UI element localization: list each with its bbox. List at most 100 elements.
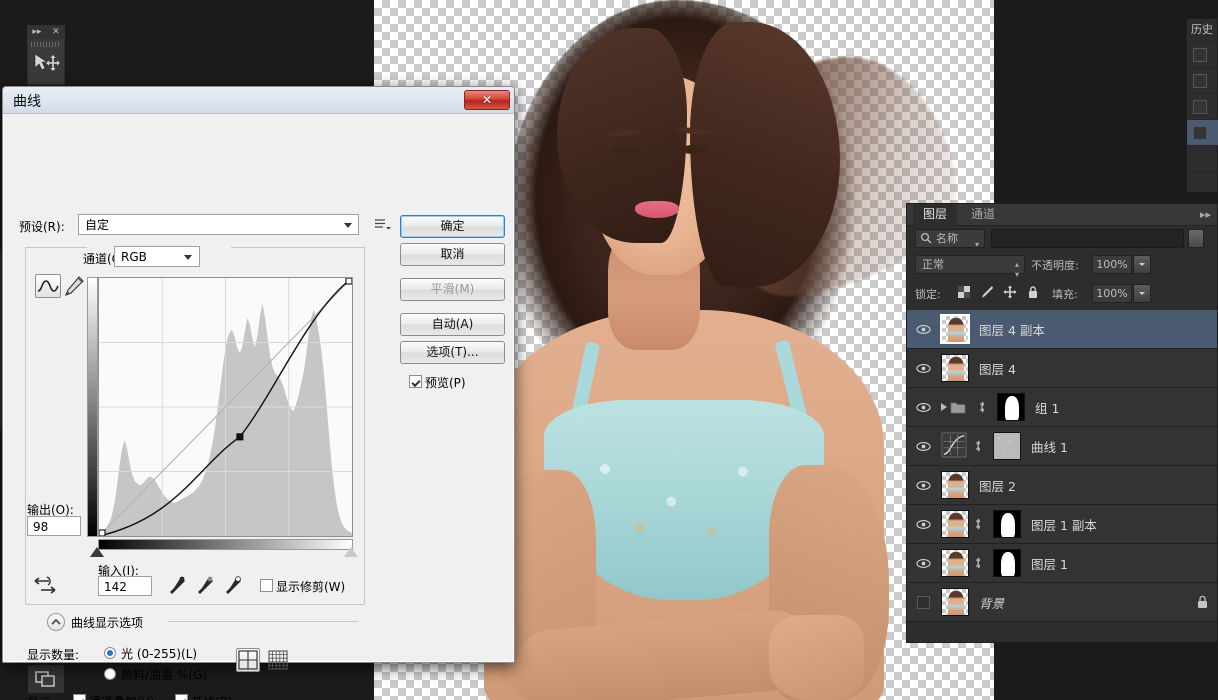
layer-row[interactable]: 图层 2	[907, 466, 1217, 505]
history-state-row[interactable]	[1187, 145, 1218, 171]
curve-reset-icon[interactable]	[31, 573, 59, 599]
curves-dialog[interactable]: 曲线 ✕ 预设(R): 自定 通道(C): RGB 输出(O): 98 输入(I…	[2, 86, 515, 700]
auto-button[interactable]: 自动(A)	[400, 313, 505, 336]
layer-mask-thumbnail[interactable]	[993, 432, 1021, 460]
layer-thumbnail[interactable]	[941, 588, 969, 616]
chevron-down-icon	[344, 223, 352, 228]
layer-row[interactable]: 背景	[907, 583, 1217, 622]
curve-control-point[interactable]	[345, 278, 352, 285]
history-state-row[interactable]	[1187, 67, 1218, 93]
history-state-row[interactable]	[1187, 93, 1218, 119]
curves-graph[interactable]	[98, 277, 353, 537]
tab-history[interactable]: 历史	[1191, 21, 1213, 37]
eyedropper-set-gray-point[interactable]	[195, 575, 215, 597]
layer-visibility-toggle[interactable]	[907, 480, 939, 491]
layer-row[interactable]: 组 1	[907, 388, 1217, 427]
tab-channels[interactable]: 通道	[961, 204, 1005, 226]
layer-visibility-toggle[interactable]	[907, 402, 939, 413]
fill-field[interactable]: 100%	[1092, 284, 1132, 303]
close-button[interactable]: ✕	[464, 90, 510, 110]
layer-mask-link-icon[interactable]	[973, 399, 991, 415]
fill-dropdown-button[interactable]	[1133, 284, 1151, 303]
layer-mask-thumbnail[interactable]	[997, 393, 1025, 421]
layers-list[interactable]: 图层 4 副本 图层 4 组 1 曲线 1 图层 2 图层 1 副本 图层 1 背景	[907, 310, 1217, 642]
black-point-slider[interactable]	[90, 547, 104, 557]
layers-panel[interactable]: 图层 通道 ▸▸ 名称 ▾ 正常 ▴ ▾ 不透明度: 100% 锁定: 填充: …	[906, 203, 1218, 643]
checkbox-channel-overlay[interactable]	[73, 694, 86, 700]
layer-row[interactable]: 图层 4 副本	[907, 310, 1217, 349]
curves-plot[interactable]	[99, 278, 352, 536]
lock-all-icon[interactable]	[1026, 285, 1040, 299]
curve-control-point[interactable]	[99, 529, 106, 536]
filter-search-input[interactable]	[991, 229, 1184, 248]
layer-row[interactable]: 曲线 1	[907, 427, 1217, 466]
close-icon[interactable]: ✕	[52, 27, 60, 37]
lock-position-icon[interactable]	[1003, 285, 1017, 299]
fill-label: 填充:	[1052, 288, 1078, 301]
layer-mask-link-icon[interactable]	[969, 555, 987, 571]
lock-transparent-pixels-icon[interactable]	[957, 285, 971, 299]
layer-visibility-toggle[interactable]	[907, 363, 939, 374]
adjustment-layer-thumbnail[interactable]	[941, 432, 969, 460]
move-tool-icon[interactable]	[32, 52, 60, 76]
layer-visibility-toggle[interactable]	[907, 558, 939, 569]
layer-thumbnail[interactable]	[941, 510, 969, 538]
history-state-row[interactable]	[1187, 41, 1218, 67]
cancel-button[interactable]: 取消	[400, 243, 505, 266]
layer-mask-thumbnail[interactable]	[993, 549, 1021, 577]
history-panel[interactable]: 历史	[1186, 18, 1218, 193]
history-state-row-selected[interactable]	[1187, 119, 1218, 145]
layer-mask-link-icon[interactable]	[969, 516, 987, 532]
tool-strip-titlebar[interactable]: ▸▸ ✕	[27, 25, 65, 39]
layer-visibility-toggle[interactable]	[907, 324, 939, 335]
output-field[interactable]: 98	[27, 516, 81, 536]
channel-dropdown[interactable]: RGB	[114, 246, 200, 267]
show-clipping-checkbox[interactable]	[260, 579, 273, 592]
tool-strip-grip[interactable]	[31, 42, 61, 47]
curve-control-point[interactable]	[236, 433, 244, 441]
panel-collapse-icon[interactable]: ▸▸	[1200, 208, 1211, 221]
layer-visibility-toggle[interactable]	[907, 519, 939, 530]
radio-light-values-label: 光 (0-255)(L)	[121, 647, 198, 661]
draw-curve-pencil-tool-button[interactable]	[63, 275, 85, 298]
blend-mode-dropdown[interactable]: 正常 ▴ ▾	[915, 255, 1025, 279]
ok-button[interactable]: 确定	[400, 215, 505, 238]
curve-display-options-toggle[interactable]	[47, 613, 65, 631]
edit-points-tool-button[interactable]	[35, 274, 61, 298]
layer-mask-link-icon[interactable]	[969, 438, 987, 454]
tab-layers[interactable]: 图层	[913, 204, 958, 226]
preset-dropdown[interactable]: 自定	[78, 214, 359, 235]
grid-ten-percent-button[interactable]	[267, 649, 289, 671]
curves-dialog-titlebar[interactable]: 曲线 ✕	[3, 87, 514, 114]
layer-thumbnail[interactable]	[941, 354, 969, 382]
eyedropper-set-white-point[interactable]	[223, 575, 243, 597]
layer-thumbnail[interactable]	[941, 549, 969, 577]
lock-image-pixels-icon[interactable]	[980, 285, 994, 299]
layer-mask-thumbnail[interactable]	[993, 510, 1021, 538]
input-field[interactable]: 142	[98, 576, 152, 596]
layer-thumbnail[interactable]	[941, 471, 969, 499]
preset-options-menu-icon[interactable]	[375, 217, 391, 231]
radio-pigment-ink[interactable]	[104, 668, 116, 680]
eyedropper-set-black-point[interactable]	[167, 575, 187, 597]
layer-row[interactable]: 图层 4	[907, 349, 1217, 388]
preview-checkbox[interactable]	[409, 375, 422, 388]
layer-visibility-toggle[interactable]	[907, 441, 939, 452]
history-state-row[interactable]	[1187, 171, 1218, 197]
opacity-field[interactable]: 100%	[1092, 255, 1132, 274]
white-point-slider[interactable]	[344, 547, 358, 557]
layer-visibility-toggle[interactable]	[907, 595, 939, 609]
layer-hidden-icon[interactable]	[916, 595, 930, 609]
filter-enable-toggle[interactable]	[1188, 229, 1204, 248]
chevron-right-icon[interactable]	[941, 403, 947, 411]
layer-row[interactable]: 图层 1	[907, 544, 1217, 583]
layer-thumbnail[interactable]	[940, 314, 970, 344]
options-button[interactable]: 选项(T)...	[400, 341, 505, 364]
opacity-dropdown-button[interactable]	[1133, 255, 1151, 274]
checkbox-baseline[interactable]	[175, 694, 188, 700]
grid-quarter-tone-button[interactable]	[236, 648, 260, 672]
layer-row[interactable]: 图层 1 副本	[907, 505, 1217, 544]
quick-mask-tool[interactable]	[28, 665, 64, 693]
group-disclosure[interactable]	[939, 401, 973, 414]
collapse-icon[interactable]: ▸▸	[32, 27, 41, 37]
